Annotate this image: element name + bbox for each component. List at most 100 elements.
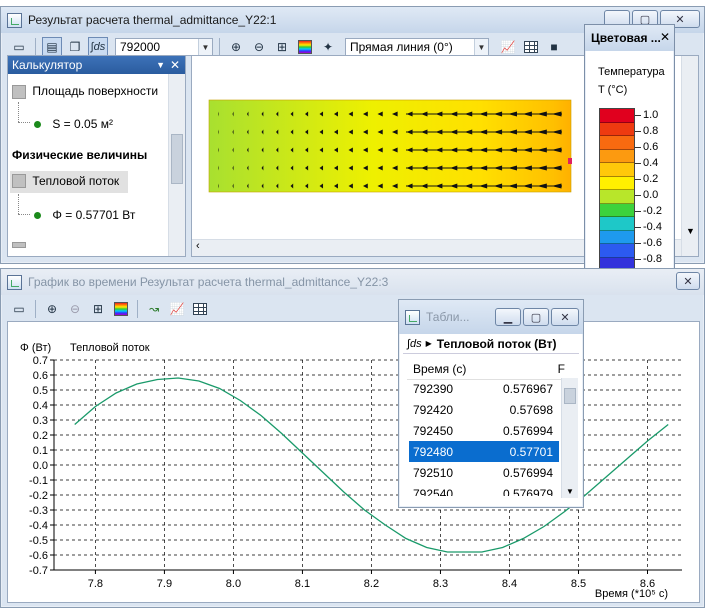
y-tick-label: 0.4 bbox=[33, 400, 48, 412]
flux-row[interactable]: Тепловой поток bbox=[10, 171, 128, 193]
color-unit: T (°C) bbox=[598, 84, 628, 96]
integral-icon[interactable]: ∫ds bbox=[88, 37, 108, 57]
x-tick-label: 8.5 bbox=[571, 578, 586, 590]
zoom-out-icon[interactable]: ⊖ bbox=[65, 299, 85, 319]
toolbar-separator bbox=[35, 300, 36, 318]
tree-line bbox=[18, 102, 19, 122]
plot-area[interactable]: 0.7 0.6 0.5 0.4 0.3 0.2 0.1 0.0 -0.1 -0.2 -0.3 -0.4… bbox=[7, 321, 700, 603]
color-panel-titlebar[interactable]: Цветовая ... ✕ bbox=[585, 25, 674, 51]
restore-button[interactable]: ▢ bbox=[523, 308, 549, 326]
curve-icon[interactable]: ↝ bbox=[144, 299, 164, 319]
color-quantity: Температура bbox=[598, 66, 665, 78]
table-quantity: Тепловой поток (Вт) bbox=[436, 336, 557, 351]
copy-icon[interactable]: ❐ bbox=[65, 37, 85, 57]
table-row[interactable]: 792390 0.576967 bbox=[409, 378, 559, 399]
bullet-icon bbox=[34, 121, 41, 128]
y-tick-label: 0.6 bbox=[33, 370, 48, 382]
calculator-scrollbar[interactable] bbox=[168, 74, 185, 256]
table-row[interactable]: 792420 0.57698 bbox=[409, 399, 559, 420]
probe-icon[interactable]: ✦ bbox=[318, 37, 338, 57]
area-value-row: S = 0.05 м² bbox=[34, 117, 113, 131]
colorbar-tick-label: 0.6 bbox=[643, 141, 659, 153]
result-window-title: Результат расчета thermal_admittance_Y22… bbox=[28, 13, 277, 27]
flux-value: Φ = 0.57701 Вт bbox=[52, 208, 136, 222]
chevron-left-icon[interactable]: ‹ bbox=[196, 240, 200, 252]
y-tick-label: 0.2 bbox=[33, 430, 48, 442]
time-plot-window: График во времени Результат расчета ther… bbox=[0, 268, 705, 608]
close-icon[interactable]: ✕ bbox=[660, 30, 670, 44]
chevron-right-icon[interactable]: ▶ bbox=[426, 339, 432, 348]
scrollbar-thumb[interactable] bbox=[171, 134, 183, 184]
table-row[interactable]: 792510 0.576994 bbox=[409, 462, 559, 483]
y-axis-label: Φ (Вт) bbox=[20, 342, 51, 354]
color-scale-icon[interactable] bbox=[295, 37, 315, 57]
time-cell: 792420 bbox=[413, 402, 454, 417]
table-icon[interactable] bbox=[521, 37, 541, 57]
chevron-down-icon[interactable]: ▼ bbox=[566, 487, 574, 496]
colorbar-tick: -0.4 bbox=[599, 220, 679, 236]
time-plot-title: График во времени Результат расчета ther… bbox=[28, 275, 389, 289]
chart-icon[interactable]: 📈 bbox=[167, 299, 187, 319]
col-time-header[interactable]: Время (с) bbox=[407, 362, 481, 376]
toolbar-separator bbox=[137, 300, 138, 318]
chevron-down-icon: ▼ bbox=[474, 39, 488, 55]
table-icon[interactable] bbox=[190, 299, 210, 319]
field-v-scrollbar[interactable]: ▼ bbox=[681, 56, 698, 256]
table-scrollbar[interactable]: ▼ bbox=[561, 378, 578, 498]
area-value: S = 0.05 м² bbox=[52, 117, 113, 131]
chevron-down-icon[interactable]: ▼ bbox=[686, 226, 695, 236]
x-tick-label: 7.9 bbox=[157, 578, 172, 590]
close-button[interactable]: ✕ bbox=[551, 308, 579, 326]
fit-view-icon[interactable]: ⊞ bbox=[88, 299, 108, 319]
colorbar-tick: 0.4 bbox=[599, 156, 679, 172]
table-header: Время (с) F bbox=[407, 358, 569, 380]
x-axis-label: Время (*10⁵ с) bbox=[595, 588, 668, 600]
zoom-in-icon[interactable]: ⊕ bbox=[226, 37, 246, 57]
colorbar-tick: -0.6 bbox=[599, 236, 679, 252]
area-row[interactable]: Площадь поверхности bbox=[12, 84, 158, 99]
chevron-down-icon: ▼ bbox=[198, 39, 212, 55]
table-row[interactable]: 792450 0.576994 bbox=[409, 420, 559, 441]
window-icon[interactable]: ▭ bbox=[9, 299, 29, 319]
calculator-toggle-icon[interactable]: ▤ bbox=[42, 37, 62, 57]
scrollbar-thumb[interactable] bbox=[564, 388, 576, 404]
app-icon bbox=[7, 274, 22, 290]
value-cell: 0.576967 bbox=[502, 381, 553, 396]
table-row[interactable]: 792540 0.576979 bbox=[409, 483, 559, 497]
value-cell: 0.57698 bbox=[509, 402, 553, 417]
toolbar-separator bbox=[35, 38, 36, 56]
close-button[interactable]: ✕ bbox=[676, 272, 700, 290]
calculator-panel: Калькулятор ▼ ✕ Площадь поверхности S = … bbox=[7, 55, 186, 257]
integral-icon[interactable]: ∫ds bbox=[407, 338, 422, 350]
colorbar-tick: 0.0 bbox=[599, 188, 679, 204]
time-cell: 792510 bbox=[413, 465, 454, 480]
colorbar-tick-label: -0.6 bbox=[643, 237, 662, 249]
color-panel: Цветовая ... ✕ Температура T (°C) 1.0 0.8… bbox=[584, 24, 675, 298]
calculator-title: Калькулятор bbox=[12, 58, 83, 72]
y-tick-label: 0.0 bbox=[33, 460, 48, 472]
x-tick-label: 8.3 bbox=[433, 578, 448, 590]
table-window-titlebar[interactable]: Табли... ▁ ▢ ✕ bbox=[399, 300, 583, 334]
table-row[interactable]: 792480 0.57701 bbox=[409, 441, 559, 462]
time-plot-titlebar[interactable]: График во времени Результат расчета ther… bbox=[1, 269, 704, 295]
zoom-out-icon[interactable]: ⊖ bbox=[249, 37, 269, 57]
app-icon bbox=[7, 12, 22, 28]
color-scale-icon[interactable] bbox=[111, 299, 131, 319]
minimize-button[interactable]: ▁ bbox=[495, 308, 521, 326]
y-tick-label: -0.2 bbox=[29, 490, 48, 502]
fit-view-icon[interactable]: ⊞ bbox=[272, 37, 292, 57]
y-tick-label: -0.1 bbox=[29, 475, 48, 487]
panel-close-icon[interactable]: ✕ bbox=[170, 58, 180, 72]
window-icon[interactable]: ▭ bbox=[9, 37, 29, 57]
y-tick-label: 0.5 bbox=[33, 385, 48, 397]
chart-icon[interactable]: 📈 bbox=[498, 37, 518, 57]
camera-icon[interactable]: ■ bbox=[544, 37, 564, 57]
app-icon bbox=[405, 309, 420, 325]
table-rows: 792390 0.576967 792420 0.57698 792450 0.57699… bbox=[409, 378, 559, 496]
panel-menu-icon[interactable]: ▼ bbox=[156, 60, 165, 70]
colorbar-tick: 0.2 bbox=[599, 172, 679, 188]
line-type-select[interactable]: Прямая линия (0°) ▼ bbox=[345, 38, 489, 56]
col-value-header[interactable]: F bbox=[481, 362, 565, 376]
time-select[interactable]: 792000 ▼ bbox=[115, 38, 213, 56]
zoom-in-icon[interactable]: ⊕ bbox=[42, 299, 62, 319]
